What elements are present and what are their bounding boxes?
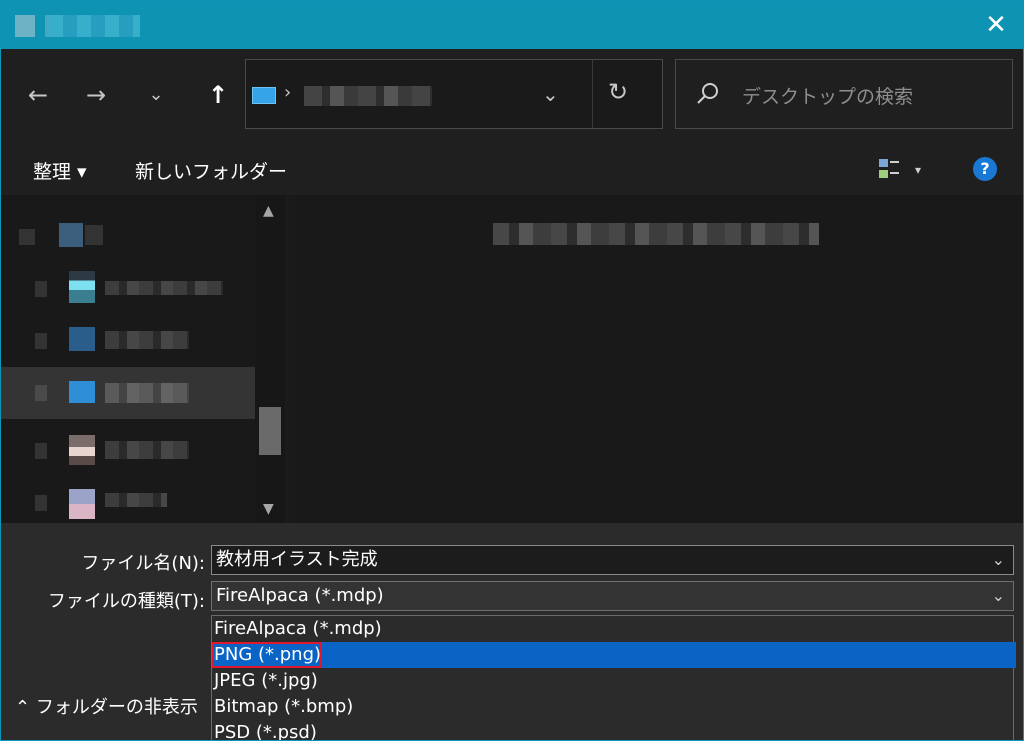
address-bar[interactable]: › ⌄ ↻	[245, 59, 663, 129]
filename-label: ファイル名(N):	[81, 553, 205, 574]
filetype-dropdown-list: FireAlpaca (*.mdp) PNG (*.png) JPEG (*.j…	[211, 615, 1016, 740]
nav-item-selected[interactable]	[1, 367, 255, 419]
search-box[interactable]: デスクトップの検索	[675, 59, 1013, 129]
filetype-option-selected[interactable]: PNG (*.png)	[212, 642, 1016, 668]
chevron-down-icon[interactable]: ⌄	[141, 77, 171, 113]
arrow-up-icon[interactable]: ↑	[203, 77, 233, 113]
view-options-icon[interactable]	[877, 157, 901, 181]
organize-button[interactable]: 整理 ▾	[33, 157, 87, 184]
filetype-value: FireAlpaca (*.mdp)	[216, 585, 384, 606]
arrow-left-icon[interactable]: ←	[23, 77, 53, 113]
title-text-blurred	[15, 15, 140, 37]
filetype-select[interactable]: FireAlpaca (*.mdp) ⌄	[211, 581, 1014, 611]
hide-folders-button[interactable]: ⌃ フォルダーの非表示	[15, 693, 198, 719]
refresh-icon[interactable]: ↻	[608, 78, 628, 106]
filename-field[interactable]: 教材用イラスト完成 ⌄	[211, 545, 1014, 575]
filename-value: 教材用イラスト完成	[216, 549, 378, 570]
filetype-option[interactable]: JPEG (*.jpg)	[212, 668, 1016, 694]
nav-item[interactable]	[1, 315, 255, 367]
close-icon[interactable]: ✕	[981, 10, 1011, 40]
save-dialog-window: ✕ ← → ⌄ ↑ › ⌄ ↻ デスクトップの検索 整理 ▾ 新しいフォルダー	[0, 0, 1024, 741]
help-icon[interactable]: ?	[973, 157, 997, 181]
title-bar[interactable]: ✕	[1, 1, 1023, 49]
filetype-label: ファイルの種類(T):	[47, 591, 205, 612]
scroll-up-icon[interactable]: ▲	[263, 203, 274, 219]
nav-item[interactable]	[1, 425, 255, 477]
red-highlight-box	[212, 642, 322, 668]
empty-folder-message-blurred	[493, 223, 819, 245]
search-input[interactable]: デスクトップの検索	[742, 82, 913, 109]
nav-item[interactable]	[1, 211, 255, 263]
scroll-down-icon[interactable]: ▼	[263, 501, 274, 517]
nav-item[interactable]	[1, 263, 255, 315]
navigation-pane	[1, 195, 255, 523]
address-history-chevron-icon[interactable]: ⌄	[542, 82, 559, 106]
search-icon	[697, 83, 718, 104]
breadcrumb-path-blurred	[304, 86, 432, 106]
new-folder-button[interactable]: 新しいフォルダー	[135, 157, 287, 184]
desktop-icon	[252, 87, 276, 104]
chevron-up-icon: ⌃	[15, 697, 31, 718]
command-toolbar: 整理 ▾ 新しいフォルダー ▾ ?	[1, 143, 1023, 195]
view-options-chevron-icon[interactable]: ▾	[915, 163, 921, 177]
filetype-option[interactable]: PSD (*.psd)	[212, 720, 1016, 740]
breadcrumb-separator-icon: ›	[284, 82, 292, 103]
navigation-scrollbar[interactable]: ▲ ▼	[255, 195, 285, 523]
filetype-option[interactable]: Bitmap (*.bmp)	[212, 694, 1016, 720]
chevron-down-icon[interactable]: ⌄	[992, 546, 1005, 574]
arrow-right-icon[interactable]: →	[81, 77, 111, 113]
file-list-pane[interactable]	[289, 195, 1023, 523]
nav-item[interactable]	[1, 477, 255, 529]
address-divider	[592, 60, 593, 128]
navigation-bar: ← → ⌄ ↑ › ⌄ ↻ デスクトップの検索	[1, 49, 1023, 143]
chevron-down-icon[interactable]: ⌄	[992, 582, 1005, 610]
scroll-thumb[interactable]	[259, 407, 281, 455]
filetype-option[interactable]: FireAlpaca (*.mdp)	[212, 616, 1016, 642]
hide-folders-label: フォルダーの非表示	[35, 697, 198, 718]
